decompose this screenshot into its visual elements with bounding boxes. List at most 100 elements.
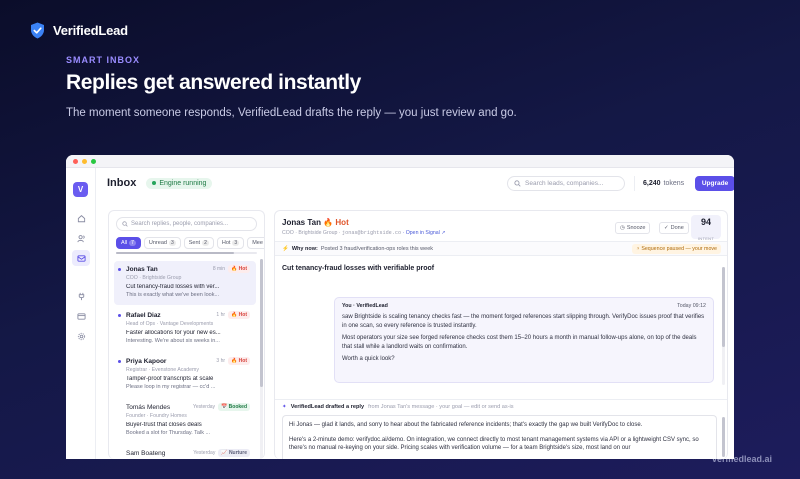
thread-pane: Jonas Tan 🔥 Hot COO · Brightside Group ·… xyxy=(274,210,728,459)
filter-sent[interactable]: Sent 2 xyxy=(183,237,214,249)
list-item[interactable]: Sam Boateng Yesterday 📈 Nurture xyxy=(114,445,256,459)
why-now-text: Posted 3 fraud/verification-ops roles th… xyxy=(320,245,434,252)
draft-paragraph: Hi Jonas — glad it lands, and sorry to h… xyxy=(289,422,643,428)
filter-count: 2 xyxy=(202,240,209,246)
lead-role: Registrar · Evenstone Academy xyxy=(126,367,199,373)
inbox-icon[interactable] xyxy=(72,250,90,266)
thread-lead-name: Jonas Tan xyxy=(282,218,321,227)
snooze-button[interactable]: ◷ Snooze xyxy=(615,222,651,234)
message-paragraph: saw Brightside is scaling tenancy checks… xyxy=(342,314,705,329)
shield-icon xyxy=(31,22,44,39)
engine-status-badge: Engine running xyxy=(146,177,213,189)
hero-headline: Replies get answered instantly xyxy=(66,71,361,94)
app-logo[interactable]: V xyxy=(73,182,88,197)
item-time: Yesterday xyxy=(192,404,216,410)
filter-label: Unread xyxy=(148,240,167,246)
filter-unread[interactable]: Unread 3 xyxy=(143,237,181,249)
draft-scrollbar[interactable] xyxy=(722,417,725,457)
check-icon: ✓ xyxy=(664,225,669,231)
list-item[interactable]: Rafael Diaz 1 hr 🔥 Hot Head of Ops · Vant… xyxy=(114,307,256,351)
intent-score-value: 94 xyxy=(700,217,711,227)
unread-dot xyxy=(118,360,121,363)
draft-reply-editor[interactable]: Hi Jonas — glad it lands, and sorry to h… xyxy=(282,415,717,459)
close-window-dot[interactable] xyxy=(73,158,78,164)
snooze-label: Snooze xyxy=(626,225,646,231)
brand-logo: VerifiedLead xyxy=(30,22,128,39)
filter-label: All xyxy=(121,240,128,246)
unread-dot xyxy=(118,314,121,317)
thread-header: Jonas Tan 🔥 Hot COO · Brightside Group ·… xyxy=(275,211,727,242)
why-now-bar: ⚡ Why now: Posted 3 fraud/verification-o… xyxy=(275,242,727,256)
draft-title: VerifiedLead drafted a reply xyxy=(290,403,365,410)
sequence-status-badge: ◔ Sequence paused — your move xyxy=(632,244,721,254)
plug-icon[interactable] xyxy=(72,288,90,304)
nav-rail: V xyxy=(66,168,96,459)
bolt-icon: ⚡ xyxy=(282,245,289,252)
item-time: 1 hr xyxy=(216,312,226,318)
settings-icon[interactable] xyxy=(72,328,90,344)
status-badge: 📅 Booked xyxy=(218,403,250,411)
intent-score: 94 INTENT xyxy=(691,215,721,241)
lead-name: Tomás Mendes xyxy=(126,403,171,411)
filter-count: 3 xyxy=(232,240,240,246)
sparkle-icon: ✦ xyxy=(282,403,287,410)
filter-all[interactable]: All 7 xyxy=(116,237,141,249)
open-in-signal-link[interactable]: · Open in Signal ↗ xyxy=(403,230,446,236)
filter-label: Mee xyxy=(252,240,263,246)
card-icon[interactable] xyxy=(72,308,90,324)
sent-message: You · VerifiedLead Today 09:12 saw Bright… xyxy=(334,297,714,383)
filter-count: 7 xyxy=(129,240,136,246)
brand-name: VerifiedLead xyxy=(53,23,128,38)
upgrade-button[interactable]: Upgrade xyxy=(695,176,734,191)
item-time: 3 hr xyxy=(216,358,226,364)
status-badge: 🔥 Hot xyxy=(228,357,250,365)
list-search-input[interactable]: Search replies, people, companies... xyxy=(116,217,257,231)
draft-context: from Jonas Tan's message · your goal — e… xyxy=(368,403,514,410)
list-search-placeholder: Search replies, people, companies... xyxy=(131,221,229,227)
item-preview: This is exactly what we've been look... xyxy=(126,292,220,298)
maximize-window-dot[interactable] xyxy=(91,158,96,164)
item-subject: Buyer-trust that closes deals xyxy=(126,422,202,428)
engine-status-label: Engine running xyxy=(159,179,207,187)
filter-hot[interactable]: Hot 3 xyxy=(216,237,245,249)
pause-icon: ◔ xyxy=(636,246,640,252)
app-window: V Inbox Engine running Search leads, com… xyxy=(66,155,734,459)
token-label: tokens xyxy=(663,180,685,187)
message-sender: You · VerifiedLead xyxy=(342,303,388,309)
status-badge: 🔥 Hot xyxy=(228,311,250,319)
done-button[interactable]: ✓ Done xyxy=(659,222,689,234)
item-time: Yesterday xyxy=(193,450,216,456)
item-preview: Booked a slot for Thursday. Talk ... xyxy=(126,430,211,436)
filter-scrollbar[interactable] xyxy=(116,252,257,254)
intent-score-label: INTENT xyxy=(697,236,715,241)
draft-header: ✦ VerifiedLead drafted a reply from Jona… xyxy=(275,399,727,413)
lead-name: Sam Boateng xyxy=(126,449,166,457)
token-balance: 6,240 tokens xyxy=(634,176,692,191)
token-count: 6,240 xyxy=(643,180,661,187)
message-paragraph: Worth a quick look? xyxy=(342,356,395,362)
lead-name: Jonas Tan xyxy=(126,265,158,273)
status-badge: 📈 Nurture xyxy=(218,449,250,457)
global-search-placeholder: Search leads, companies... xyxy=(525,180,604,187)
thread-subject: Cut tenancy-fraud losses with verifiable… xyxy=(282,265,435,272)
users-icon[interactable] xyxy=(72,230,90,246)
hero-eyebrow: SMART INBOX xyxy=(66,55,140,65)
message-time: Today 09:12 xyxy=(677,303,706,309)
global-search-input[interactable]: Search leads, companies... xyxy=(507,176,625,191)
conversation-list: Search replies, people, companies... All… xyxy=(108,210,265,459)
thread-scrollbar[interactable] xyxy=(722,267,725,385)
lead-role: Head of Ops · Vantage Developments xyxy=(126,321,214,327)
home-icon[interactable] xyxy=(72,210,90,226)
clock-icon: ◷ xyxy=(620,225,625,231)
list-scrollbar[interactable] xyxy=(260,259,263,459)
list-item[interactable]: Priya Kapoor 3 hr 🔥 Hot Registrar · Evens… xyxy=(114,353,256,397)
list-item[interactable]: Tomás Mendes Yesterday 📅 Booked Founder ·… xyxy=(114,399,256,443)
window-titlebar xyxy=(66,155,734,168)
lead-role: Founder · Foundry Homes xyxy=(126,413,187,419)
lead-name: Priya Kapoor xyxy=(126,357,167,365)
thread-lead-email: jonas@brightside.co xyxy=(341,230,402,236)
item-subject: Tamper-proof transcripts at scale xyxy=(126,376,214,382)
list-item[interactable]: Jonas Tan 8 min 🔥 Hot COO · Brightside Gr… xyxy=(114,261,256,305)
minimize-window-dot[interactable] xyxy=(82,158,87,164)
filter-meetings[interactable]: Mee xyxy=(247,237,264,249)
